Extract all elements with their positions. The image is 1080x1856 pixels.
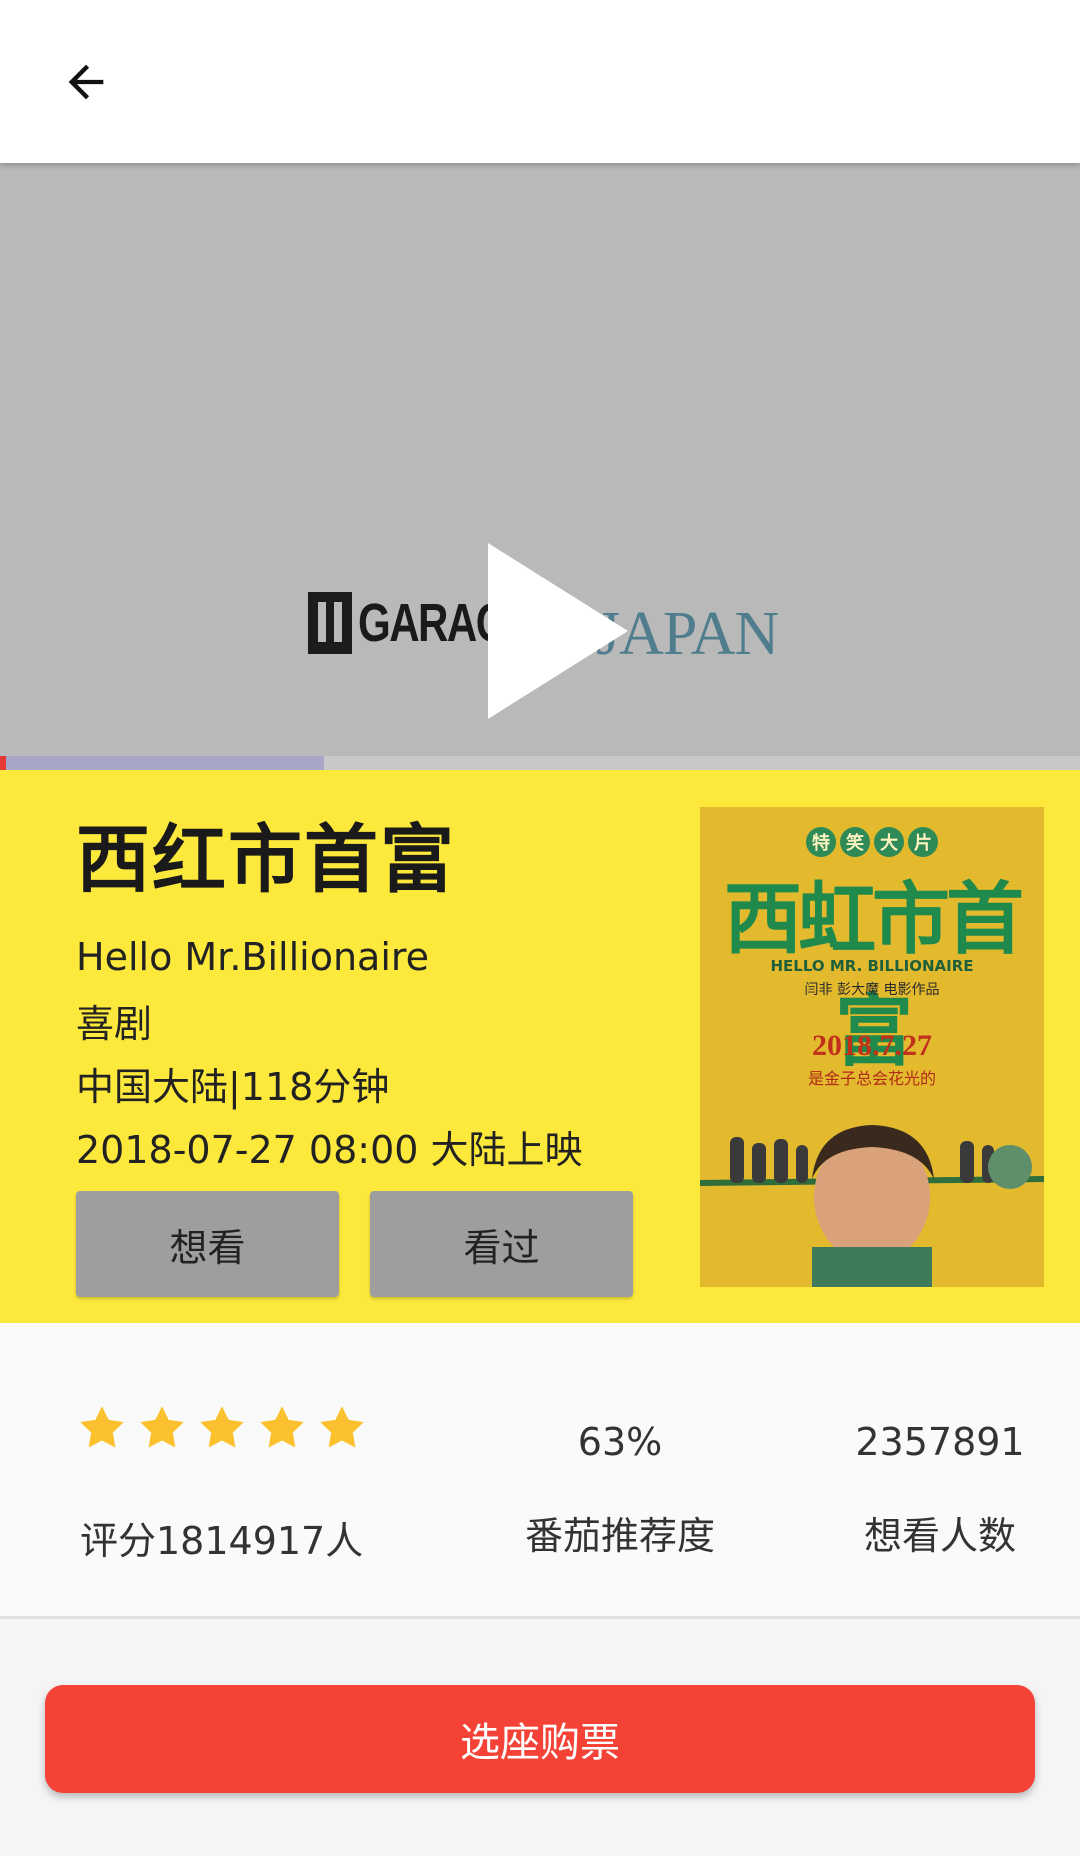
video-buffered-bar: [0, 756, 324, 770]
want-to-watch-button[interactable]: 想看: [76, 1191, 339, 1297]
movie-region-duration: 中国大陆|118分钟: [76, 1065, 390, 1109]
star-icon: [140, 1406, 184, 1448]
buy-ticket-button[interactable]: 选座购票: [45, 1685, 1035, 1793]
movie-english-title: Hello Mr.Billionaire: [76, 935, 430, 979]
star-icon: [200, 1406, 244, 1448]
garage-logo-icon: [308, 592, 352, 654]
play-icon[interactable]: [488, 543, 628, 719]
recommend-label: 番茄推荐度: [524, 1514, 715, 1558]
star-icon: [320, 1406, 364, 1448]
poster-tagline: 是金子总会花光的: [807, 1069, 936, 1088]
movie-poster[interactable]: 特 笑 大 片 西虹市首富 HELLO MR. BILLIONAIRE 闫非 彭…: [700, 807, 1044, 1287]
want-count: 2357891: [855, 1420, 1025, 1464]
star-icon: [80, 1406, 124, 1448]
video-player[interactable]: GARAGE JAPAN: [0, 163, 1080, 770]
star-icon: [260, 1406, 304, 1448]
rating-count: 评分1814917人: [80, 1519, 364, 1563]
video-progress-bar[interactable]: [0, 756, 1080, 770]
movie-release-date: 2018-07-27 08:00 大陆上映: [76, 1128, 583, 1172]
watched-button[interactable]: 看过: [370, 1191, 633, 1297]
movie-genre: 喜剧: [76, 1002, 153, 1046]
rating-stars: [76, 1402, 368, 1454]
video-played-bar: [0, 756, 6, 770]
poster-english-title: HELLO MR. BILLIONAIRE: [770, 957, 974, 975]
movie-title: 西红市首富: [76, 817, 456, 903]
poster-date: 2018.7.27: [812, 1029, 932, 1062]
arrow-back-icon: [68, 64, 104, 100]
back-button[interactable]: [44, 40, 128, 124]
want-count-label: 想看人数: [863, 1514, 1016, 1558]
app-bar: [0, 0, 1080, 163]
stats-panel: [0, 1323, 1080, 1619]
poster-credit: 闫非 彭大魔 电影作品: [804, 982, 940, 998]
recommend-percentage: 63%: [577, 1420, 663, 1464]
poster-subtitle: 特 笑 大 片: [806, 827, 938, 857]
poster-artwork: [700, 1087, 1044, 1287]
